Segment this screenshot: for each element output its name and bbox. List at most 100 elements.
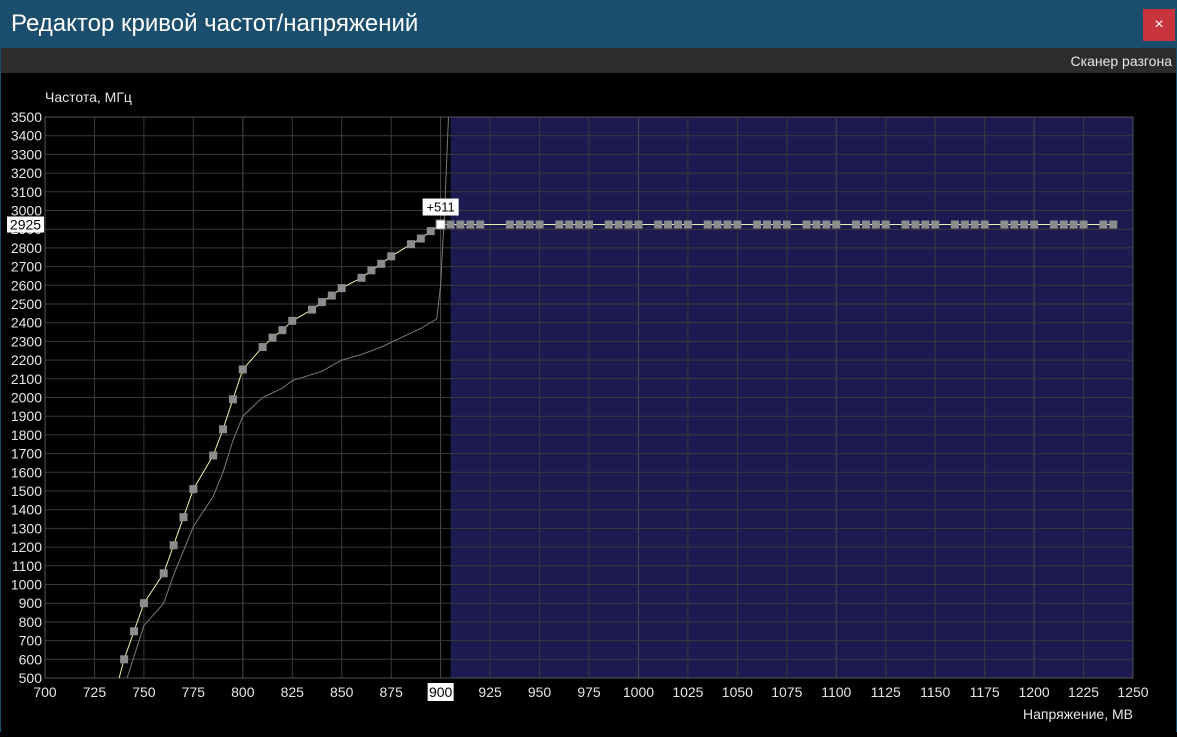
curve-point[interactable] (139, 599, 148, 608)
curve-point[interactable] (288, 316, 297, 325)
curve-point[interactable] (723, 220, 732, 229)
curve-point[interactable] (852, 220, 861, 229)
oc-scanner-button[interactable]: Сканер разгона (1071, 53, 1172, 69)
curve-point[interactable] (278, 326, 287, 335)
curve-point[interactable] (733, 220, 742, 229)
y-tick-label: 700 (19, 633, 43, 649)
x-tick-label: 925 (478, 684, 502, 700)
curve-point[interactable] (456, 220, 465, 229)
vf-curve-chart[interactable]: 500 600 700 800 900 1000 1100 1200 1300 1400 1500 1… (0, 73, 1177, 732)
curve-point[interactable] (703, 220, 712, 229)
curve-point[interactable] (1049, 220, 1058, 229)
curve-point[interactable] (822, 220, 831, 229)
curve-point[interactable] (931, 220, 940, 229)
x-tick-label: 1125 (871, 684, 901, 700)
curve-point[interactable] (604, 220, 613, 229)
curve-point[interactable] (772, 220, 781, 229)
y-tick-label: 1200 (11, 539, 42, 555)
y-tick-label: 2400 (11, 315, 42, 331)
curve-point[interactable] (377, 259, 386, 268)
curve-point[interactable] (327, 291, 336, 300)
curve-point[interactable] (317, 298, 326, 307)
curve-point[interactable] (189, 485, 198, 494)
curve-point[interactable] (950, 220, 959, 229)
curve-point[interactable] (209, 451, 218, 460)
curve-point[interactable] (466, 220, 475, 229)
curve-point[interactable] (159, 569, 168, 578)
curve-point[interactable] (476, 220, 485, 229)
curve-point[interactable] (515, 220, 524, 229)
curve-point[interactable] (674, 220, 683, 229)
y-tick-label: 1700 (11, 446, 42, 462)
curve-point[interactable] (980, 220, 989, 229)
curve-point[interactable] (1109, 220, 1118, 229)
curve-point[interactable] (426, 227, 435, 236)
curve-point[interactable] (654, 220, 663, 229)
curve-point[interactable] (664, 220, 673, 229)
chart-svg[interactable]: 5006007008009001000110012001300140015001… (1, 73, 1176, 732)
curve-point[interactable] (634, 220, 643, 229)
y-tick-label: 1800 (11, 427, 42, 443)
curve-point[interactable] (120, 655, 129, 664)
curve-point[interactable] (169, 541, 178, 550)
curve-point[interactable] (179, 513, 188, 522)
curve-point[interactable] (911, 220, 920, 229)
curve-point[interactable] (258, 343, 267, 352)
y-tick-label: 2700 (11, 259, 42, 275)
curve-point[interactable] (337, 284, 346, 293)
curve-point[interactable] (416, 234, 425, 243)
curve-point[interactable] (881, 220, 890, 229)
curve-point[interactable] (268, 333, 277, 342)
curve-point[interactable] (713, 220, 722, 229)
curve-point[interactable] (763, 220, 772, 229)
y-tick-label: 3200 (11, 165, 42, 181)
curve-point[interactable] (624, 220, 633, 229)
curve-point[interactable] (555, 220, 564, 229)
close-button[interactable]: × (1143, 9, 1175, 41)
y-tick-label: 2800 (11, 240, 42, 256)
curve-point[interactable] (110, 693, 118, 701)
curve-point[interactable] (1020, 220, 1029, 229)
curve-point[interactable] (585, 220, 593, 229)
curve-point[interactable] (1010, 220, 1019, 229)
curve-point[interactable] (960, 220, 969, 229)
curve-point[interactable] (357, 273, 366, 282)
curve-point[interactable] (535, 220, 544, 229)
curve-point[interactable] (970, 220, 979, 229)
curve-point[interactable] (1069, 220, 1078, 229)
x-tick-label: 700 (33, 684, 57, 700)
curve-point[interactable] (575, 220, 584, 229)
curve-point[interactable] (1099, 220, 1108, 229)
curve-point[interactable] (1079, 220, 1088, 229)
curve-point[interactable] (802, 220, 811, 229)
selected-point[interactable] (435, 219, 446, 230)
curve-point[interactable] (387, 252, 396, 261)
curve-point[interactable] (367, 266, 376, 275)
curve-point[interactable] (614, 220, 623, 229)
curve-point[interactable] (1059, 220, 1068, 229)
curve-point[interactable] (871, 220, 880, 229)
curve-point[interactable] (130, 627, 139, 636)
curve-point[interactable] (901, 220, 910, 229)
x-tick-label: 1075 (771, 684, 802, 700)
curve-point[interactable] (505, 220, 514, 229)
curve-point[interactable] (565, 220, 574, 229)
curve-point[interactable] (308, 305, 317, 314)
curve-point[interactable] (683, 220, 692, 229)
curve-point[interactable] (228, 395, 237, 404)
curve-point[interactable] (753, 220, 762, 229)
curve-point[interactable] (525, 220, 534, 229)
curve-point[interactable] (406, 240, 415, 249)
curve-point[interactable] (921, 220, 930, 229)
curve-point[interactable] (832, 220, 841, 229)
curve-point[interactable] (812, 220, 821, 229)
curve-point[interactable] (238, 365, 247, 374)
curve-point[interactable] (446, 220, 455, 229)
curve-point[interactable] (782, 220, 791, 229)
y-tick-label: 1500 (11, 483, 42, 499)
curve-point[interactable] (861, 220, 870, 229)
curve-point[interactable] (1030, 220, 1039, 229)
curve-point[interactable] (219, 425, 228, 434)
curve-point[interactable] (1000, 220, 1009, 229)
y-tick-label: 3100 (11, 184, 42, 200)
